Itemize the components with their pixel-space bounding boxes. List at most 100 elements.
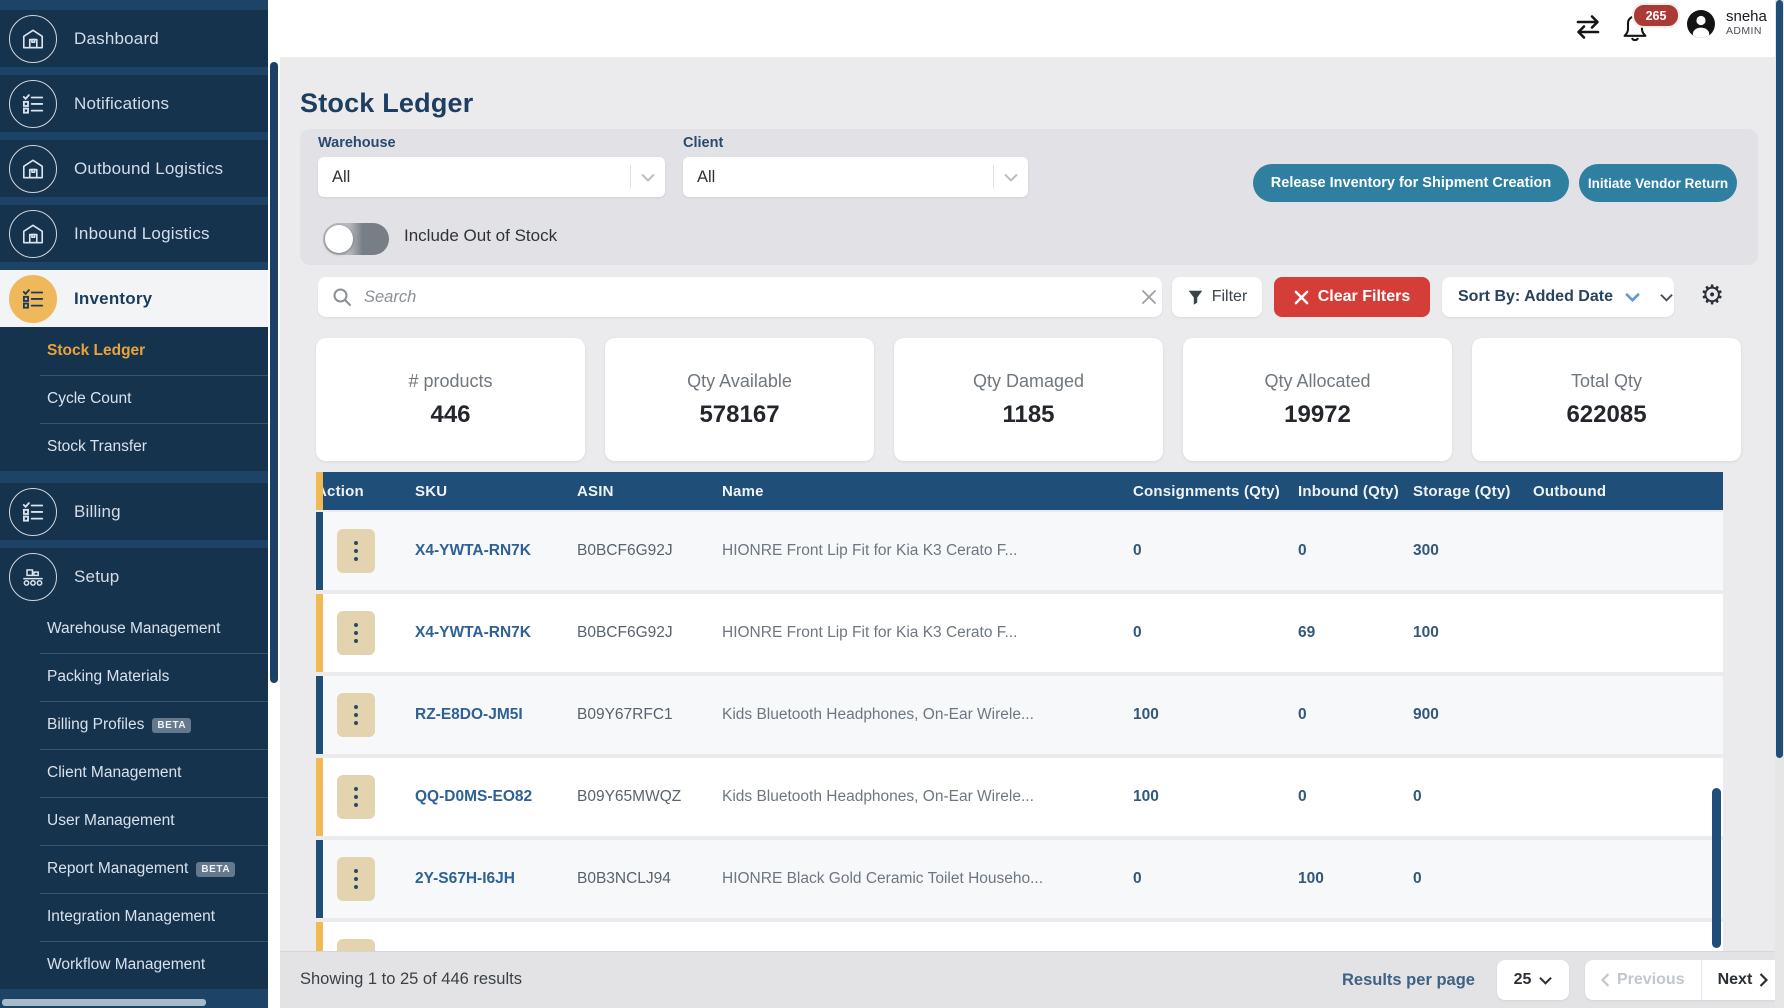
row-actions-menu-button[interactable] [337, 611, 375, 655]
column-header-asin: ASIN [577, 483, 722, 500]
warehouse-select-value: All [332, 168, 630, 187]
client-label: Client [683, 135, 723, 151]
table-scrollbar-thumb[interactable] [1712, 788, 1721, 948]
user-role: ADMIN [1726, 25, 1767, 37]
inbound-qty: 69 [1298, 624, 1413, 642]
sidebar-subitem-stock-transfer[interactable]: Stock Transfer [0, 423, 268, 471]
warehouse-label: Warehouse [318, 135, 396, 151]
chevron-left-icon [1601, 973, 1610, 987]
results-summary: Showing 1 to 25 of 446 results [300, 970, 522, 989]
sidebar-scrollbar-thumb[interactable] [270, 62, 278, 683]
sidebar-item-inbound-logistics[interactable]: Inbound Logistics [0, 205, 268, 262]
sidebar-subitem-stock-ledger[interactable]: Stock Ledger [0, 327, 268, 375]
sidebar-subitem-cycle-count[interactable]: Cycle Count [0, 375, 268, 423]
sidebar-subitem-workflow-management[interactable]: Workflow Management [0, 941, 268, 989]
include-out-of-stock-toggle[interactable] [323, 223, 389, 255]
warehouse-icon [9, 15, 57, 63]
client-select[interactable]: All [683, 157, 1028, 197]
row-actions-menu-button[interactable] [337, 529, 375, 573]
sidebar-item-billing[interactable]: Billing [0, 483, 268, 540]
chevron-down-icon [994, 173, 1028, 182]
sidebar-subitem-billing-profiles[interactable]: Billing ProfilesBETA [0, 701, 268, 749]
chevron-right-icon [1759, 973, 1768, 987]
consignments-qty: 100 [1133, 788, 1298, 806]
sku-link[interactable]: RZ-E8DO-JM5I [415, 706, 577, 724]
checklist-icon [9, 488, 57, 536]
search-icon [332, 287, 352, 307]
sidebar-subitem-label: Report Management [47, 860, 188, 878]
table-row: X4-YWTA-RN7KB0BCF6G92JHIONRE Front Lip F… [316, 594, 1723, 672]
checklist-icon [9, 275, 57, 323]
sort-by-dropdown[interactable]: Sort By: Added Date [1442, 277, 1674, 317]
topbar: 265 sneha ADMIN [280, 0, 1775, 58]
sidebar-subitem-label: Client Management [47, 764, 181, 782]
page-size-value: 25 [1514, 971, 1532, 989]
row-actions-menu-button[interactable] [337, 775, 375, 819]
table-row: 2Y-S67H-I6JHB0B3NCLJ94HIONRE Black Gold … [316, 840, 1723, 918]
sidebar-subitem-user-management[interactable]: User Management [0, 797, 268, 845]
results-per-page-label: Results per page [1342, 971, 1475, 990]
sidebar-item-notifications[interactable]: Notifications [0, 75, 268, 132]
sidebar-subitem-packing-materials[interactable]: Packing Materials [0, 653, 268, 701]
row-actions-menu-button[interactable] [337, 693, 375, 737]
inbound-qty: 100 [1298, 870, 1413, 888]
sidebar-item-label: Inbound Logistics [74, 224, 210, 244]
close-icon [1294, 290, 1309, 305]
stat-value: 1185 [1002, 401, 1054, 429]
sidebar-item-dashboard[interactable]: Dashboard [0, 10, 268, 67]
column-header-inbound-qty: Inbound (Qty) [1298, 483, 1413, 500]
sort-by-label: Sort By: Added Date [1458, 288, 1613, 306]
filter-button[interactable]: Filter [1172, 277, 1262, 317]
inbound-qty: 0 [1298, 542, 1413, 560]
sidebar-horizontal-scrollbar[interactable] [2, 999, 206, 1006]
asin-value: B0BCF6G92J [577, 542, 722, 560]
search-clear-icon[interactable] [1122, 289, 1162, 305]
stat-card-qty-available: Qty Available578167 [605, 338, 874, 461]
sidebar-item-inventory[interactable]: Inventory [0, 270, 268, 327]
sidebar-subitem-warehouse-management[interactable]: Warehouse Management [0, 605, 268, 653]
sidebar-subitem-report-management[interactable]: Report Management BETA [0, 845, 268, 893]
stat-label: Qty Allocated [1264, 371, 1370, 392]
gear-icon[interactable]: ⚙ [1700, 282, 1724, 309]
page-size-select[interactable]: 25 [1497, 960, 1569, 1000]
sidebar-subitem-label: Billing Profiles [47, 716, 144, 734]
chevron-down-icon[interactable] [1660, 293, 1673, 302]
search-input[interactable] [362, 287, 1122, 308]
consignments-qty: 0 [1133, 542, 1298, 560]
sku-link[interactable]: 2Y-S67H-I6JH [415, 870, 577, 888]
sidebar-item-setup[interactable]: Setup [0, 548, 268, 605]
column-header-action: Action [316, 483, 415, 500]
funnel-icon [1187, 289, 1204, 306]
sku-link[interactable]: X4-YWTA-RN7K [415, 624, 577, 642]
user-info[interactable]: sneha ADMIN [1726, 8, 1767, 37]
initiate-vendor-return-button[interactable]: Initiate Vendor Return [1579, 164, 1737, 202]
user-avatar-icon[interactable] [1686, 9, 1716, 39]
sku-link[interactable]: X4-YWTA-RN7K [415, 542, 577, 560]
sidebar-subitem-integration-management[interactable]: Integration Management [0, 893, 268, 941]
sku-link[interactable]: QQ-D0MS-EO82 [415, 788, 577, 806]
warehouse-select[interactable]: All [318, 157, 665, 197]
sidebar-item-outbound-logistics[interactable]: Outbound Logistics [0, 140, 268, 197]
next-button[interactable]: Next [1702, 971, 1784, 989]
sidebar-nav: Dashboard Notifications Outbound Logistics… [0, 0, 268, 989]
stat-label: Qty Available [687, 371, 792, 392]
previous-button[interactable]: Previous [1585, 971, 1701, 989]
stat-cards: # products446Qty Available578167Qty Dama… [316, 338, 1741, 461]
beta-badge: BETA [196, 862, 235, 877]
page-scrollbar-thumb[interactable] [1776, 0, 1783, 758]
table-row: X4-YWTA-RN7KB0BCF6G92JHIONRE Front Lip F… [316, 512, 1723, 590]
transfer-arrows-icon[interactable] [1572, 11, 1604, 43]
sidebar-subitem-client-management[interactable]: Client Management [0, 749, 268, 797]
consignments-qty: 100 [1133, 706, 1298, 724]
filter-button-label: Filter [1212, 288, 1248, 306]
action-cell [316, 775, 415, 819]
conveyor-icon [9, 553, 57, 601]
clear-filters-button[interactable]: Clear Filters [1274, 277, 1430, 317]
row-actions-menu-button[interactable] [337, 857, 375, 901]
release-inventory-button[interactable]: Release Inventory for Shipment Creation [1253, 164, 1569, 202]
sidebar-subitem-label: Stock Ledger [47, 342, 145, 360]
storage-qty: 900 [1413, 706, 1533, 724]
product-name: HIONRE Front Lip Fit for Kia K3 Cerato F… [722, 542, 1133, 560]
stat-value: 446 [430, 401, 470, 429]
pager: Previous Next [1585, 960, 1784, 1000]
